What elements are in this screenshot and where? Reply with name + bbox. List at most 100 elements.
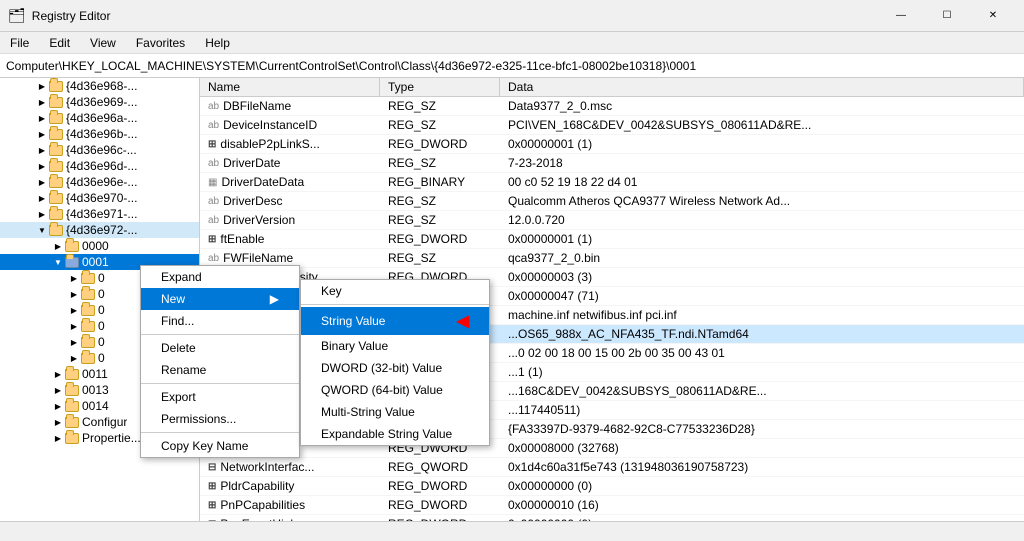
tree-label: {4d36e972-... [66, 223, 137, 237]
td-name: ▦ DriverDateData [200, 173, 380, 191]
tree-label: Propertie... [82, 431, 141, 445]
address-bar: Computer\HKEY_LOCAL_MACHINE\SYSTEM\Curre… [0, 54, 1024, 78]
folder-icon [64, 239, 80, 253]
context-menu-find[interactable]: Find... [141, 310, 299, 332]
context-menu-export[interactable]: Export [141, 386, 299, 408]
tree-item-child[interactable]: ▶ 0000 [0, 238, 199, 254]
tree-label: {4d36e969-... [66, 95, 137, 109]
maximize-button[interactable]: ☐ [924, 0, 970, 32]
tree-arrow: ▶ [36, 146, 48, 155]
context-menu-permissions[interactable]: Permissions... [141, 408, 299, 430]
context-menu-copy-key[interactable]: Copy Key Name [141, 435, 299, 457]
menu-favorites[interactable]: Favorites [126, 34, 195, 52]
td-type: REG_SZ [380, 97, 500, 115]
tree-label: 0 [98, 271, 105, 285]
tree-arrow: ▶ [68, 322, 80, 331]
folder-icon [80, 319, 96, 333]
table-row[interactable]: ab DriverDate REG_SZ 7-23-2018 [200, 154, 1024, 173]
tree-label: 0011 [82, 367, 108, 381]
context-menu-delete[interactable]: Delete [141, 337, 299, 359]
table-row[interactable]: ⊞ PnpEventHigh REG_DWORD 0x00000000 (0) [200, 515, 1024, 521]
folder-icon [80, 303, 96, 317]
table-row[interactable]: ab DriverVersion REG_SZ 12.0.0.720 [200, 211, 1024, 230]
tree-item-expanded[interactable]: ▼ {4d36e972-... [0, 222, 199, 238]
table-row[interactable]: ⊞ ftEnable REG_DWORD 0x00000001 (1) [200, 230, 1024, 249]
tree-arrow: ▼ [36, 226, 48, 235]
td-data: 7-23-2018 [500, 154, 1024, 172]
folder-icon [80, 335, 96, 349]
submenu-qword-value[interactable]: QWORD (64-bit) Value [301, 379, 489, 401]
submenu-multistring-value[interactable]: Multi-String Value [301, 401, 489, 423]
td-data: 0x00000000 (0) [500, 477, 1024, 495]
table-row[interactable]: ⊞ PnPCapabilities REG_DWORD 0x00000010 (… [200, 496, 1024, 515]
table-row[interactable]: ⊞ disableP2pLinkS... REG_DWORD 0x0000000… [200, 135, 1024, 154]
folder-icon [80, 351, 96, 365]
td-name: ab DriverVersion [200, 211, 380, 229]
context-menu-expand[interactable]: Expand [141, 266, 299, 288]
folder-icon [48, 223, 64, 237]
td-name: ⊞ PnpEventHigh [200, 515, 380, 521]
td-data: 0x00000003 (3) [500, 268, 1024, 286]
tree-label: 0013 [82, 383, 109, 397]
menu-edit[interactable]: Edit [39, 34, 80, 52]
folder-icon [48, 143, 64, 157]
tree-label: Configur [82, 415, 127, 429]
tree-item[interactable]: ▶ {4d36e96a-... [0, 110, 199, 126]
tree-item[interactable]: ▶ {4d36e968-... [0, 78, 199, 94]
folder-icon [48, 207, 64, 221]
submenu-dword-value[interactable]: DWORD (32-bit) Value [301, 357, 489, 379]
menu-file[interactable]: File [0, 34, 39, 52]
table-row[interactable]: ab DBFileName REG_SZ Data9377_2_0.msc [200, 97, 1024, 116]
tree-label: 0 [98, 287, 105, 301]
folder-icon [48, 79, 64, 93]
table-row[interactable]: ab DriverDesc REG_SZ Qualcomm Atheros QC… [200, 192, 1024, 211]
table-row[interactable]: ⊟ NetworkInterfac... REG_QWORD 0x1d4c60a… [200, 458, 1024, 477]
table-row[interactable]: ab FWFileName REG_SZ qca9377_2_0.bin [200, 249, 1024, 268]
menu-view[interactable]: View [80, 34, 126, 52]
submenu-string-value-label: String Value [321, 314, 385, 328]
close-button[interactable]: ✕ [970, 0, 1016, 32]
tree-label: 0001 [82, 255, 109, 269]
tree-item[interactable]: ▶ {4d36e96e-... [0, 174, 199, 190]
td-name: ⊞ ftEnable [200, 230, 380, 248]
td-data: ...1 (1) [500, 363, 1024, 381]
tree-item[interactable]: ▶ {4d36e970-... [0, 190, 199, 206]
td-name: ⊞ PldrCapability [200, 477, 380, 495]
menu-help[interactable]: Help [195, 34, 240, 52]
table-row[interactable]: ⊞ PldrCapability REG_DWORD 0x00000000 (0… [200, 477, 1024, 496]
context-menu: Expand New ▶ Find... Delete Rename Expor… [140, 265, 300, 458]
submenu-separator [301, 304, 489, 305]
context-menu-separator2 [141, 383, 299, 384]
window-controls: — ☐ ✕ [878, 0, 1016, 32]
minimize-button[interactable]: — [878, 0, 924, 32]
tree-label: 0014 [82, 399, 109, 413]
folder-icon [48, 127, 64, 141]
tree-arrow: ▶ [36, 210, 48, 219]
context-menu-new[interactable]: New ▶ [141, 288, 299, 310]
table-row[interactable]: ▦ DriverDateData REG_BINARY 00 c0 52 19 … [200, 173, 1024, 192]
tree-item[interactable]: ▶ {4d36e96b-... [0, 126, 199, 142]
tree-arrow: ▶ [36, 162, 48, 171]
app-title: Registry Editor [32, 9, 878, 23]
tree-label: {4d36e96b-... [66, 127, 137, 141]
td-data: ...168C&DEV_0042&SUBSYS_080611AD&RE... [500, 382, 1024, 400]
submenu-string-value[interactable]: String Value ◀ [301, 307, 489, 335]
tree-item[interactable]: ▶ {4d36e969-... [0, 94, 199, 110]
td-type: REG_BINARY [380, 173, 500, 191]
tree-item[interactable]: ▶ {4d36e96d-... [0, 158, 199, 174]
tree-item[interactable]: ▶ {4d36e96c-... [0, 142, 199, 158]
td-data: machine.inf netwifibus.inf pci.inf [500, 306, 1024, 324]
submenu-binary-value[interactable]: Binary Value [301, 335, 489, 357]
tree-arrow: ▶ [68, 338, 80, 347]
td-data: 0x00000001 (1) [500, 230, 1024, 248]
table-row[interactable]: ab DeviceInstanceID REG_SZ PCI\VEN_168C&… [200, 116, 1024, 135]
tree-label: {4d36e96e-... [66, 175, 137, 189]
context-menu-rename[interactable]: Rename [141, 359, 299, 381]
status-bar [0, 521, 1024, 541]
tree-item[interactable]: ▶ {4d36e971-... [0, 206, 199, 222]
tree-arrow: ▶ [36, 114, 48, 123]
submenu-expandable-value[interactable]: Expandable String Value [301, 423, 489, 445]
submenu-key[interactable]: Key [301, 280, 489, 302]
td-name: ⊞ disableP2pLinkS... [200, 135, 380, 153]
address-path: Computer\HKEY_LOCAL_MACHINE\SYSTEM\Curre… [6, 59, 696, 73]
